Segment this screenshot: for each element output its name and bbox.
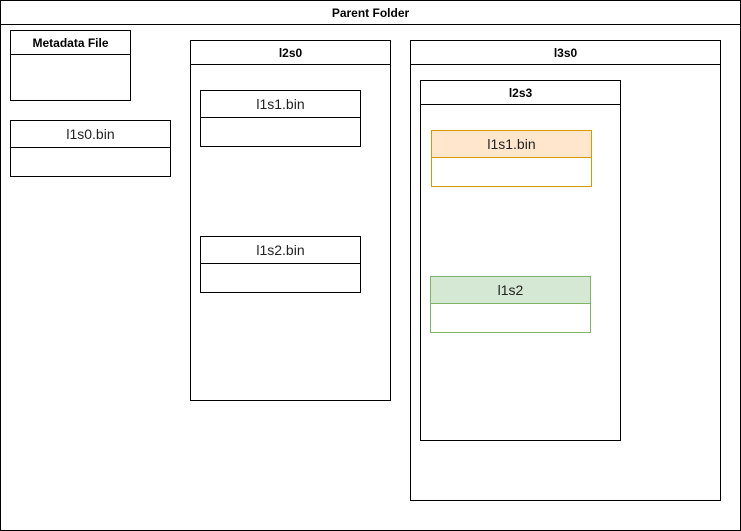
folder-l2s0-title: l2s0 (191, 41, 390, 65)
file-title-l2s0-l1s2: l1s2.bin (201, 237, 360, 264)
file-box-l2s3-l1s1-highlighted[interactable]: l1s1.bin (431, 130, 592, 187)
metadata-file-box[interactable]: Metadata File (10, 30, 131, 101)
folder-l3s0-title: l3s0 (411, 41, 720, 65)
file-box-l1s0[interactable]: l1s0.bin (10, 120, 171, 177)
parent-folder-title: Parent Folder (1, 1, 740, 25)
file-box-l2s0-l1s2[interactable]: l1s2.bin (200, 236, 361, 293)
file-title-l1s0: l1s0.bin (11, 121, 170, 148)
file-title-l2s3-l1s2: l1s2 (431, 277, 590, 304)
folder-l2s3-title: l2s3 (421, 81, 620, 105)
file-box-l2s0-l1s1[interactable]: l1s1.bin (200, 90, 361, 147)
file-title-l2s3-l1s1: l1s1.bin (432, 131, 591, 158)
file-title-l2s0-l1s1: l1s1.bin (201, 91, 360, 118)
file-box-l2s3-l1s2-highlighted[interactable]: l1s2 (430, 276, 591, 333)
metadata-file-title: Metadata File (11, 31, 130, 55)
